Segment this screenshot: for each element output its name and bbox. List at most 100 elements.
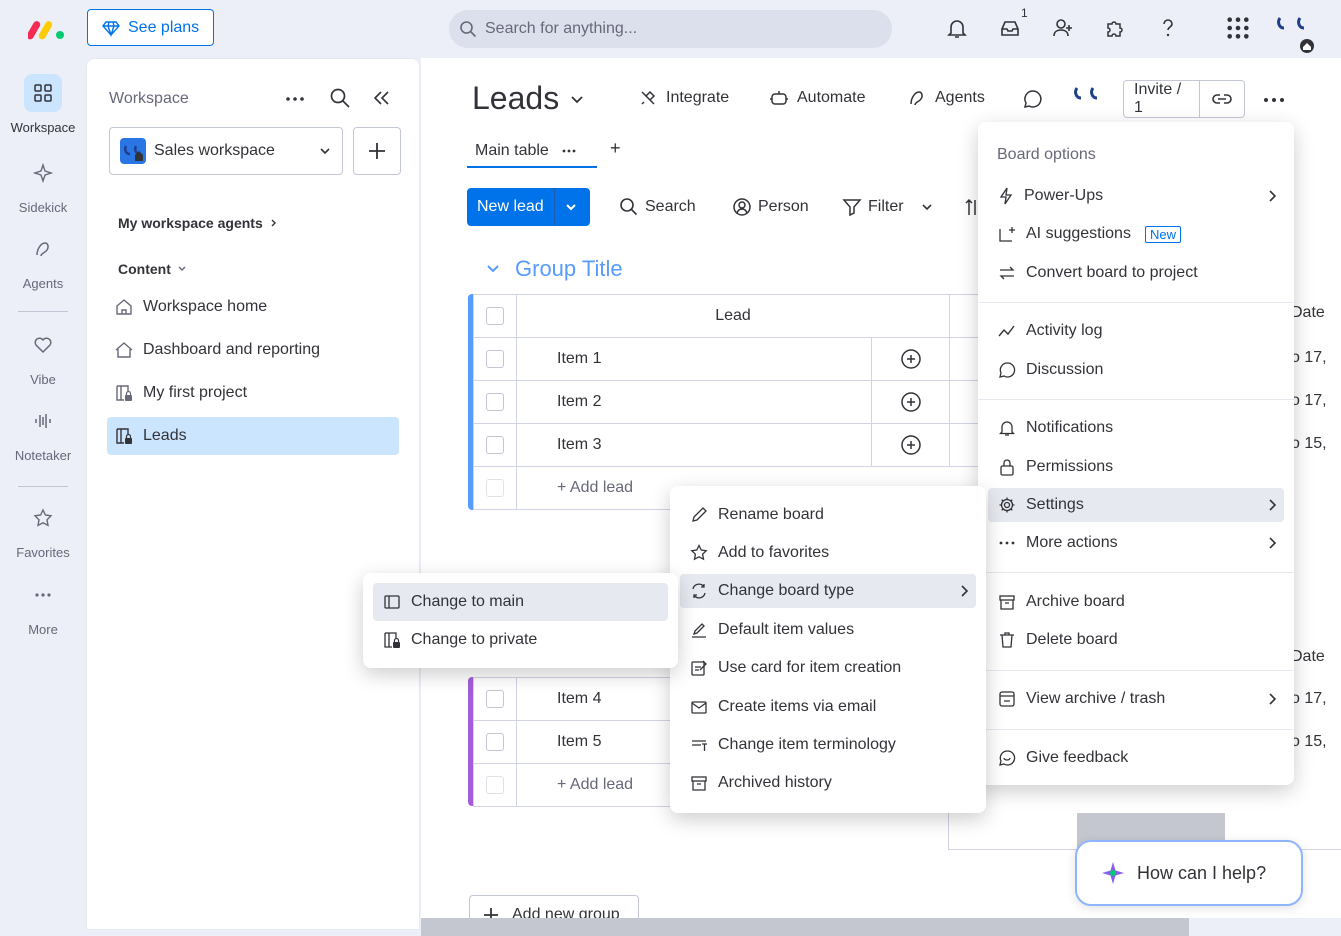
search-icon[interactable]: [329, 87, 351, 109]
avatar[interactable]: [1270, 12, 1316, 54]
invite-members-icon[interactable]: [1051, 16, 1075, 40]
date-cell[interactable]: o 17,: [1291, 690, 1327, 708]
menu-item-delete-board[interactable]: Delete board: [988, 623, 1284, 657]
automate-button[interactable]: Automate: [769, 88, 865, 108]
menu-item-ai-suggestions[interactable]: AI suggestions New: [988, 217, 1284, 251]
rail-notetaker[interactable]: Notetaker: [0, 402, 86, 463]
add-item-button[interactable]: [353, 127, 401, 175]
chat-icon[interactable]: [1022, 88, 1044, 110]
filter-button[interactable]: Filter: [842, 197, 934, 217]
menu-item-more-actions[interactable]: More actions: [988, 526, 1284, 560]
menu-item-view-archive[interactable]: View archive / trash: [988, 682, 1284, 716]
content-heading[interactable]: Content: [118, 261, 187, 277]
help-assistant-button[interactable]: How can I help?: [1075, 840, 1303, 906]
add-update-icon[interactable]: [871, 380, 950, 424]
item-name[interactable]: Item 2: [516, 380, 872, 424]
menu-item-notifications[interactable]: Notifications: [988, 411, 1284, 445]
heart-icon: [24, 326, 62, 364]
new-lead-button[interactable]: New lead: [467, 188, 590, 226]
menu-item-archived-history[interactable]: Archived history: [680, 766, 976, 800]
item-name[interactable]: Item 1: [516, 337, 872, 381]
menu-item-discussion[interactable]: Discussion: [988, 353, 1284, 387]
date-column-header[interactable]: Date: [1291, 304, 1325, 322]
bell-icon[interactable]: [945, 16, 969, 40]
menu-item-power-ups[interactable]: Power-Ups: [988, 179, 1284, 213]
menu-item-change-board-type[interactable]: Change board type: [680, 574, 976, 608]
horizontal-scrollbar[interactable]: [421, 918, 1189, 936]
rail-label: Workspace: [10, 120, 76, 135]
sidebar-item-dashboard[interactable]: Dashboard and reporting: [107, 331, 399, 369]
archive-view-icon: [998, 690, 1016, 708]
link-icon[interactable]: [1200, 81, 1244, 117]
row-checkbox[interactable]: [486, 393, 504, 411]
search-button[interactable]: Search: [619, 197, 696, 217]
app-grid-icon[interactable]: [1226, 16, 1250, 40]
tab-main-table[interactable]: Main table: [467, 136, 597, 168]
rail-sidekick[interactable]: Sidekick: [0, 154, 86, 215]
date-column-header[interactable]: Date: [1291, 648, 1325, 666]
more-icon[interactable]: [285, 89, 305, 109]
see-plans-button[interactable]: See plans: [87, 9, 214, 46]
menu-item-rename-board[interactable]: Rename board: [680, 498, 976, 532]
workspace-agents-heading[interactable]: My workspace agents: [118, 215, 279, 231]
add-view-button[interactable]: +: [610, 138, 621, 159]
menu-item-settings[interactable]: Settings: [988, 488, 1284, 522]
help-label: How can I help?: [1137, 862, 1267, 883]
chevron-down-icon[interactable]: [485, 261, 501, 277]
invite-button[interactable]: Invite / 1: [1123, 80, 1245, 118]
add-update-icon[interactable]: [871, 337, 950, 381]
menu-item-use-card[interactable]: Use card for item creation: [680, 651, 976, 685]
more-icon[interactable]: [561, 143, 577, 159]
menu-item-convert-board[interactable]: Convert board to project: [988, 256, 1284, 290]
select-all-checkbox[interactable]: [486, 307, 504, 325]
menu-item-add-to-favorites[interactable]: Add to favorites: [680, 536, 976, 570]
menu-item-change-to-private[interactable]: Change to private: [373, 623, 668, 657]
global-search-input[interactable]: Search for anything...: [449, 10, 892, 48]
person-filter-button[interactable]: Person: [732, 197, 809, 217]
menu-item-change-terminology[interactable]: Change item terminology: [680, 728, 976, 762]
inbox-icon[interactable]: [998, 16, 1022, 40]
monday-logo[interactable]: [28, 14, 68, 42]
sidebar-item-workspace-home[interactable]: Workspace home: [107, 288, 399, 326]
menu-item-default-item-values[interactable]: Default item values: [680, 613, 976, 647]
item-name[interactable]: Item 3: [516, 423, 872, 467]
integrate-button[interactable]: Integrate: [638, 88, 729, 108]
chevron-down-icon[interactable]: [555, 199, 587, 215]
row-checkbox[interactable]: [486, 733, 504, 751]
row-checkbox[interactable]: [486, 690, 504, 708]
date-cell[interactable]: o 17,: [1291, 392, 1327, 410]
rail-agents[interactable]: Agents: [0, 230, 86, 291]
board-type-submenu: Change to main Change to private: [363, 573, 678, 668]
rail-more[interactable]: More: [0, 576, 86, 637]
rail-favorites[interactable]: Favorites: [0, 499, 86, 560]
agents-button[interactable]: Agents: [907, 88, 985, 108]
menu-item-permissions[interactable]: Permissions: [988, 450, 1284, 484]
lead-column-header[interactable]: Lead: [516, 294, 950, 338]
sidebar-item-my-first-project[interactable]: My first project: [107, 374, 399, 412]
workspace-selector[interactable]: Sales workspace: [109, 127, 343, 175]
workspace-name: Sales workspace: [154, 142, 275, 159]
apps-puzzle-icon[interactable]: [1103, 16, 1127, 40]
rail-workspace[interactable]: Workspace: [0, 74, 86, 135]
date-cell[interactable]: o 17,: [1291, 349, 1327, 367]
row-checkbox[interactable]: [486, 350, 504, 368]
rail-vibe[interactable]: Vibe: [0, 326, 86, 387]
menu-item-activity-log[interactable]: Activity log: [988, 314, 1284, 348]
add-new-group-button[interactable]: Add new group: [469, 895, 639, 918]
sidebar-item-leads[interactable]: Leads: [107, 417, 399, 455]
collapse-icon[interactable]: [371, 88, 391, 108]
row-checkbox[interactable]: [486, 436, 504, 454]
group-title[interactable]: Group Title: [485, 256, 623, 282]
add-update-icon[interactable]: [871, 423, 950, 467]
date-cell[interactable]: o 15,: [1291, 733, 1327, 751]
board-more-icon[interactable]: [1262, 90, 1286, 110]
menu-item-archive-board[interactable]: Archive board: [988, 585, 1284, 619]
menu-item-change-to-main[interactable]: Change to main: [373, 583, 668, 621]
board-title[interactable]: Leads: [472, 80, 585, 117]
chevron-down-icon[interactable]: [920, 200, 934, 214]
date-cell[interactable]: o 15,: [1291, 435, 1327, 453]
board-avatar[interactable]: [1069, 84, 1105, 114]
help-icon[interactable]: [1156, 16, 1180, 40]
menu-item-create-via-email[interactable]: Create items via email: [680, 690, 976, 724]
menu-item-give-feedback[interactable]: Give feedback: [988, 741, 1284, 775]
